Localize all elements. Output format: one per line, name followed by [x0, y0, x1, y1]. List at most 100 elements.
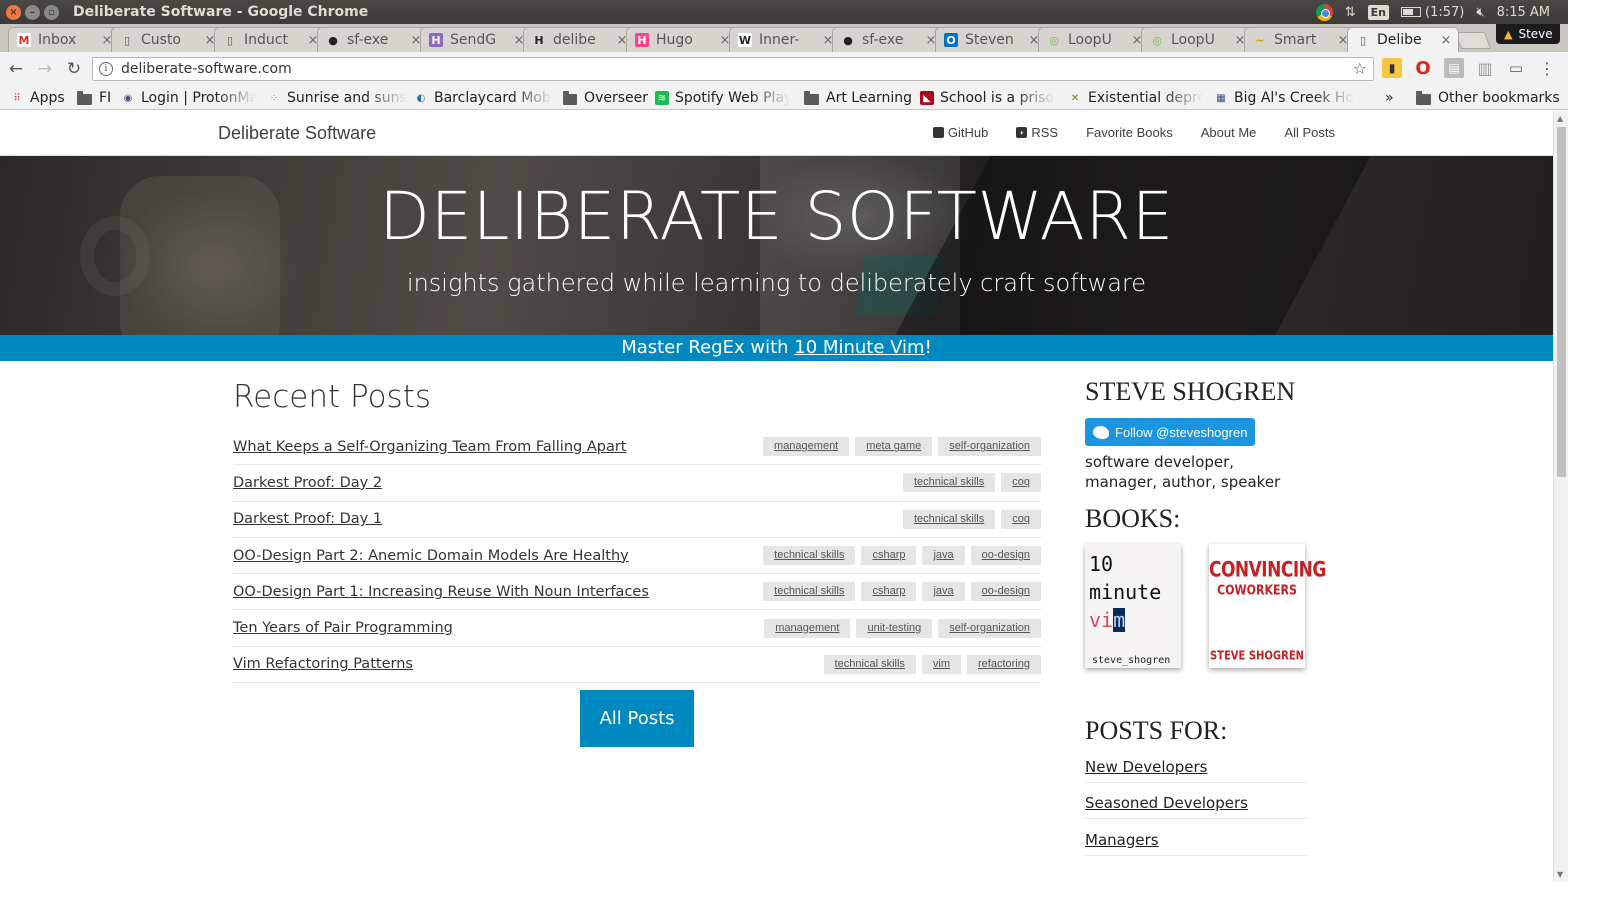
page-scrollbar[interactable]: ▲ ▼: [1553, 111, 1568, 882]
tag-link[interactable]: csharp: [861, 546, 917, 566]
bookmark-item[interactable]: Art Learning: [804, 88, 914, 108]
tag-link[interactable]: technical skills: [902, 473, 996, 493]
bookmark-item[interactable]: FI: [77, 88, 112, 108]
chrome-menu-icon[interactable]: ⋮: [1537, 58, 1557, 78]
tag-link[interactable]: management: [763, 437, 850, 457]
post-title-link[interactable]: Darkest Proof: Day 1: [233, 511, 382, 527]
window-maximize-button[interactable]: ▫: [44, 4, 59, 20]
tag-link[interactable]: technical skills: [823, 654, 916, 674]
bookmark-item[interactable]: »: [1385, 88, 1401, 108]
keepass-extension-icon[interactable]: ▮: [1382, 58, 1402, 78]
keyboard-layout-indicator[interactable]: En: [1367, 4, 1390, 20]
post-list: What Keeps a Self-Organizing Team From F…: [233, 429, 1041, 684]
new-tab-button[interactable]: [1454, 32, 1492, 49]
tag-link[interactable]: vim: [921, 654, 962, 674]
nav-about-me-link[interactable]: About Me: [1201, 125, 1257, 140]
info-icon[interactable]: i: [99, 62, 113, 76]
bookmark-item[interactable]: Overseer: [563, 88, 648, 108]
opera-extension-icon[interactable]: O: [1413, 58, 1433, 79]
cast-icon[interactable]: ▭: [1506, 58, 1526, 78]
tag-link[interactable]: java: [922, 582, 965, 602]
tag-link[interactable]: technical skills: [902, 509, 996, 529]
browser-tab[interactable]: ◎ LoopU ×: [1038, 27, 1150, 52]
tag-link[interactable]: oo-design: [970, 582, 1041, 602]
nav-rss-link[interactable]: ◗ RSS: [1016, 125, 1058, 140]
bookmark-item[interactable]: ≋ Spotify Web Play: [655, 88, 790, 108]
post-title-link[interactable]: Vim Refactoring Patterns: [233, 656, 413, 672]
window-close-button[interactable]: ×: [6, 4, 21, 20]
promo-link[interactable]: 10 Minute Vim: [794, 337, 924, 358]
posts-for-link[interactable]: Managers: [1085, 819, 1307, 856]
tag-link[interactable]: self-organization: [938, 618, 1041, 638]
address-bar[interactable]: i deliberate-software.com ☆: [92, 57, 1374, 81]
browser-tab[interactable]: W Inner- ×: [729, 27, 841, 52]
bookmark-item[interactable]: Other bookmarks: [1416, 88, 1561, 108]
browser-tab[interactable]: ● sf-exe ×: [317, 27, 429, 52]
window-minimize-button[interactable]: –: [25, 4, 40, 20]
back-button[interactable]: ←: [3, 56, 29, 82]
volume-muted-icon[interactable]: 🔇︎: [1476, 5, 1484, 20]
scroll-down-arrow-icon[interactable]: ▼: [1557, 870, 1563, 879]
book-cover-10-minute-vim[interactable]: 10 minute vim steve_shogren: [1085, 544, 1181, 668]
bookmark-item[interactable]: ✕ Existential depre: [1068, 88, 1203, 108]
browser-tab[interactable]: ● sf-exe ×: [832, 27, 944, 52]
posts-for-link[interactable]: New Developers: [1085, 746, 1307, 783]
browser-tab[interactable]: Hdelibe ×: [523, 27, 635, 52]
tag-link[interactable]: coq: [1001, 473, 1041, 493]
browser-tab[interactable]: M Inbox ×: [8, 27, 120, 52]
browser-tab[interactable]: ▯ Induct ×: [214, 27, 326, 52]
reader-extension-icon[interactable]: ▤: [1444, 58, 1464, 78]
browser-tab[interactable]: H SendG ×: [420, 27, 532, 52]
scrollbar-thumb[interactable]: [1557, 127, 1566, 477]
profile-button[interactable]: ▲ Steve: [1496, 24, 1560, 44]
tab-close-icon[interactable]: ×: [1439, 33, 1453, 48]
tag-link[interactable]: refactoring: [967, 654, 1041, 674]
battery-indicator[interactable]: (1:57): [1401, 5, 1464, 20]
browser-tab[interactable]: ~ Smart ×: [1244, 27, 1356, 52]
bookmark-item[interactable]: ⠿ Apps: [10, 88, 70, 108]
post-title-link[interactable]: What Keeps a Self-Organizing Team From F…: [233, 439, 626, 455]
post-title-link[interactable]: Ten Years of Pair Programming: [233, 620, 453, 636]
nav-github-link[interactable]: GitHub: [932, 125, 988, 140]
reload-button[interactable]: ↻: [61, 56, 87, 82]
tab-label: sf-exe: [862, 32, 904, 48]
tag-link[interactable]: unit-testing: [856, 618, 933, 638]
all-posts-button[interactable]: All Posts: [580, 690, 694, 747]
book-cover-convincing-coworkers[interactable]: CONVINCING COWORKERS STEVE SHOGREN: [1209, 544, 1326, 668]
nav-favorite-books-link[interactable]: Favorite Books: [1086, 125, 1173, 140]
browser-tab[interactable]: ▯ Delibe ×: [1347, 27, 1459, 52]
browser-tab[interactable]: O Steven ×: [935, 27, 1047, 52]
forward-button[interactable]: →: [32, 56, 58, 82]
site-brand-link[interactable]: Deliberate Software: [218, 123, 376, 144]
bookmark-star-icon[interactable]: ☆: [1353, 59, 1367, 78]
post-title-link[interactable]: OO-Design Part 1: Increasing Reuse With …: [233, 584, 649, 600]
tag-link[interactable]: meta game: [855, 437, 933, 457]
network-transfer-icon[interactable]: ⇅: [1345, 5, 1356, 20]
twitter-follow-button[interactable]: Follow @steveshogren: [1085, 418, 1255, 446]
browser-tab[interactable]: H Hugo ×: [626, 27, 738, 52]
bookmark-item[interactable]: ◐ Barclaycard Mob: [414, 88, 554, 108]
browser-tab[interactable]: ◎ LoopU ×: [1141, 27, 1253, 52]
nav-all-posts-link[interactable]: All Posts: [1284, 125, 1335, 140]
tag-link[interactable]: technical skills: [763, 582, 856, 602]
tag-link[interactable]: java: [922, 546, 965, 566]
tag-link[interactable]: coq: [1001, 509, 1041, 529]
tag-link[interactable]: csharp: [861, 582, 917, 602]
tag-link[interactable]: technical skills: [763, 546, 856, 566]
scroll-up-arrow-icon[interactable]: ▲: [1557, 114, 1563, 123]
sidebar-extension-icon[interactable]: ▥: [1475, 58, 1495, 78]
tag-link[interactable]: management: [764, 618, 851, 638]
clock[interactable]: 8:15 AM: [1497, 5, 1550, 20]
browser-tab[interactable]: ▯ Custo ×: [111, 27, 223, 52]
bookmark-item[interactable]: ▦ Big Al's Creek Ho: [1214, 88, 1354, 108]
bookmark-item[interactable]: ◣ School is a prison: [920, 88, 1055, 108]
tag-link[interactable]: oo-design: [970, 546, 1041, 566]
tag-link[interactable]: self-organization: [938, 437, 1041, 457]
posts-for-link[interactable]: Seasoned Developers: [1085, 783, 1307, 819]
post-title-link[interactable]: OO-Design Part 2: Anemic Domain Models A…: [233, 548, 629, 564]
bookmark-item[interactable]: ⁘ Sunrise and suns: [267, 88, 407, 108]
chrome-indicator-icon[interactable]: [1315, 3, 1333, 21]
bookmark-label: Overseer: [584, 90, 648, 106]
post-title-link[interactable]: Darkest Proof: Day 2: [233, 475, 382, 491]
bookmark-item[interactable]: ◉ Login | ProtonMa: [121, 88, 256, 108]
